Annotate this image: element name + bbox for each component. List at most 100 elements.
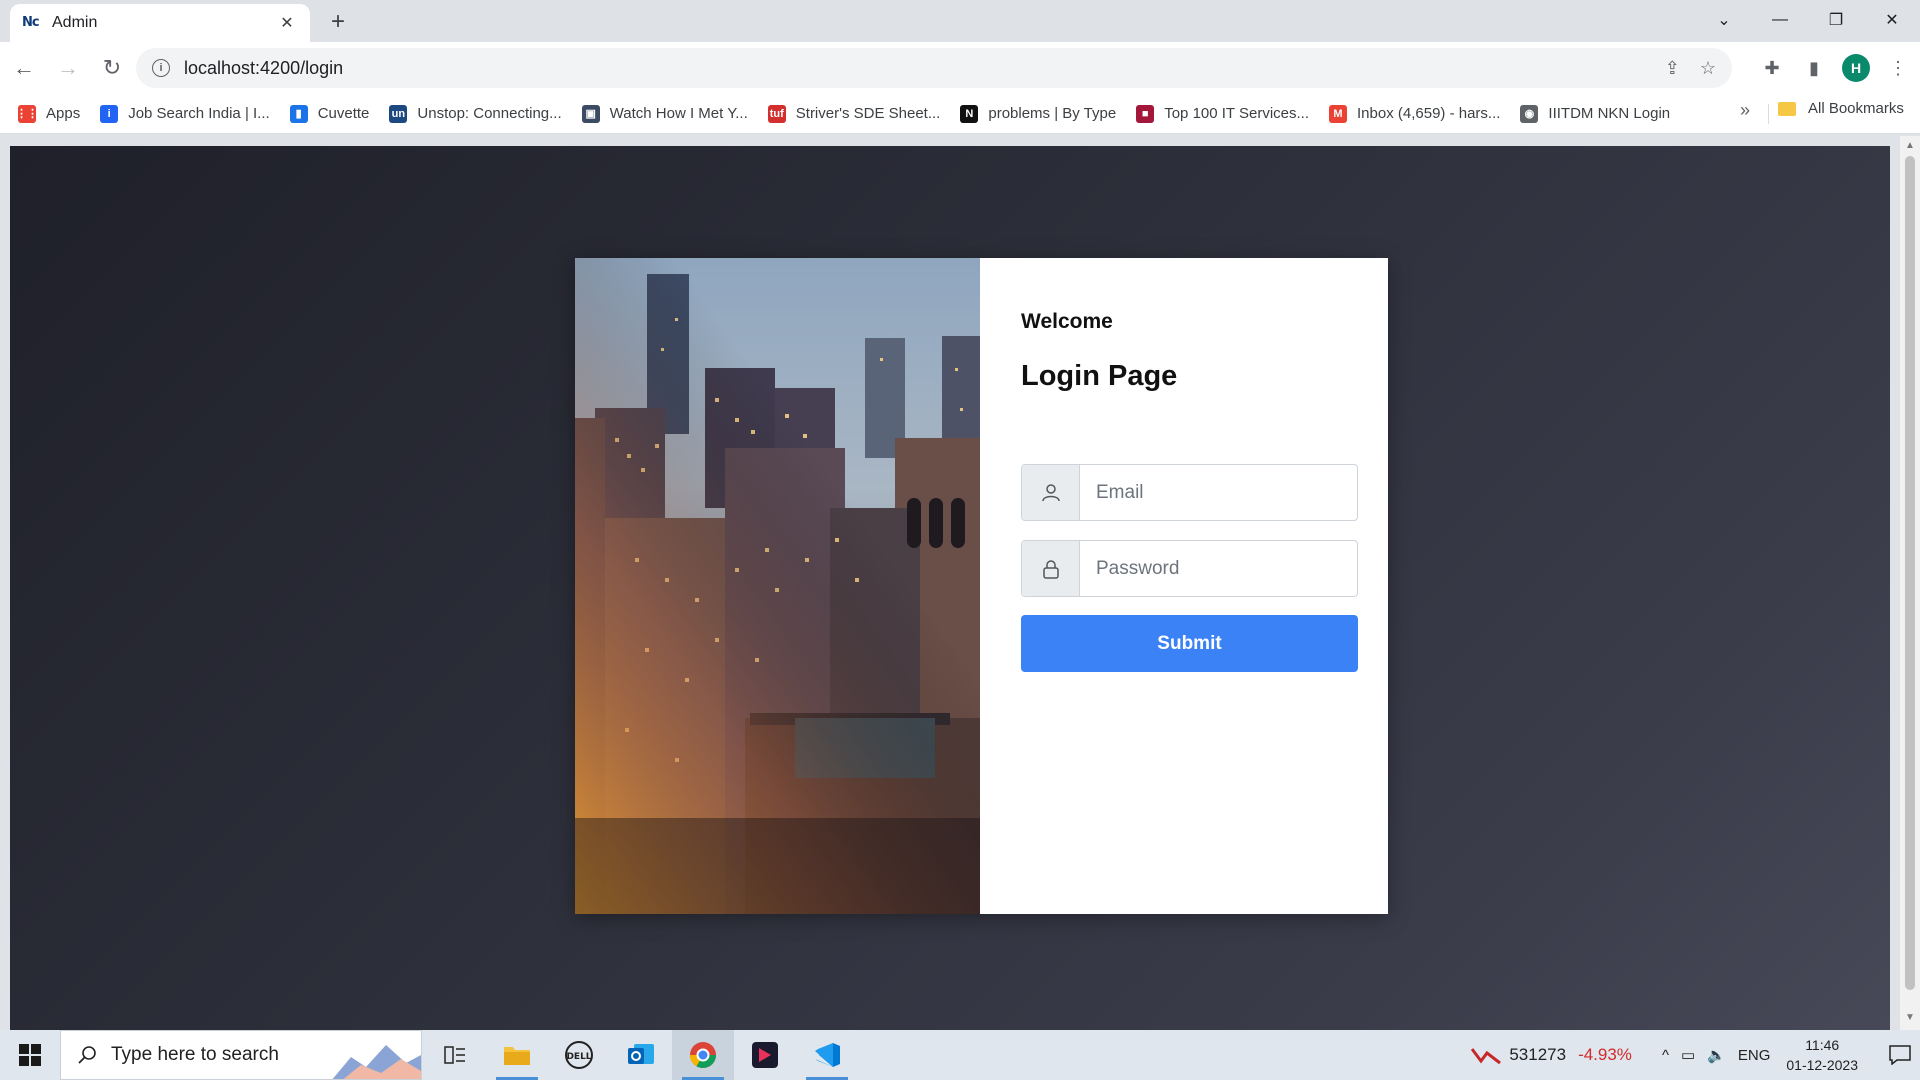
lock-icon: [1022, 541, 1080, 596]
page-title: Login Page: [1021, 360, 1178, 392]
share-icon[interactable]: ⇪: [1665, 58, 1680, 79]
search-placeholder: Type here to search: [111, 1044, 279, 1065]
dell-icon[interactable]: DELL: [548, 1030, 610, 1080]
bookmark-label: IIITDM NKN Login: [1548, 105, 1671, 122]
tab-strip: Nc Admin ✕ + ⌄ — ❐ ✕: [0, 0, 1920, 42]
forward-button[interactable]: →: [48, 48, 88, 88]
outlook-icon[interactable]: [610, 1030, 672, 1080]
minimize-button[interactable]: —: [1752, 0, 1808, 40]
page-viewport: Welcome Login Page Email Submit: [10, 146, 1890, 1030]
bookmark-label: Unstop: Connecting...: [417, 105, 562, 122]
file-explorer-icon[interactable]: [486, 1030, 548, 1080]
menu-icon[interactable]: ⋮: [1884, 54, 1912, 82]
taskbar-search[interactable]: Type here to search: [60, 1030, 422, 1080]
search-highlight-icon: [332, 1045, 421, 1079]
bookmark-item[interactable]: M Inbox (4,659) - hars...: [1329, 100, 1510, 128]
bookmark-label: Inbox (4,659) - hars...: [1357, 105, 1501, 122]
tab-favicon-icon: Nc: [22, 15, 40, 30]
stock-widget[interactable]: 531273 -4.93%: [1471, 1045, 1632, 1065]
scroll-up-arrow-icon[interactable]: ▲: [1900, 140, 1920, 154]
bookmark-item[interactable]: ⋮⋮ Apps: [16, 100, 90, 128]
new-tab-button[interactable]: +: [324, 8, 352, 36]
url-text[interactable]: localhost:4200/login: [184, 58, 1665, 79]
bookmark-item[interactable]: tuf Striver's SDE Sheet...: [767, 100, 951, 128]
email-input[interactable]: [1080, 465, 1357, 520]
side-panel-icon[interactable]: ▮: [1800, 54, 1828, 82]
search-icon: [78, 1046, 96, 1064]
login-card: Welcome Login Page Email Submit: [575, 258, 1388, 914]
restore-button[interactable]: ❐: [1808, 0, 1864, 40]
bookmark-item[interactable]: ▣ Watch How I Met Y...: [581, 100, 758, 128]
gmail-icon: M: [1329, 104, 1348, 123]
password-input[interactable]: [1080, 541, 1357, 596]
clock[interactable]: 11:46 01-12-2023: [1786, 1035, 1858, 1075]
bookmark-item[interactable]: i Job Search India | I...: [100, 100, 279, 128]
movie-icon: ▣: [581, 104, 600, 123]
notion-icon: N: [960, 104, 979, 123]
all-bookmarks-label: All Bookmarks: [1808, 100, 1904, 117]
profile-avatar[interactable]: H: [1842, 54, 1870, 82]
submit-button[interactable]: Submit: [1021, 615, 1358, 672]
stock-value: 531273: [1509, 1045, 1567, 1064]
chrome-icon[interactable]: [672, 1030, 734, 1080]
email-field: [1021, 464, 1358, 521]
cuvette-icon: ▮: [289, 104, 308, 123]
bookmark-item[interactable]: Nproblems | By Type: [960, 100, 1126, 128]
window-controls: ⌄ — ❐ ✕: [1696, 0, 1920, 40]
bookmark-star-icon[interactable]: ☆: [1700, 58, 1716, 79]
close-tab-icon[interactable]: ✕: [276, 12, 298, 34]
browser-toolbar: ← → ↻ i localhost:4200/login ⇪ ☆ ✚ ▮ H ⋮: [0, 42, 1920, 94]
address-bar[interactable]: i localhost:4200/login ⇪ ☆: [136, 48, 1732, 88]
system-tray: 531273 -4.93% ^ ▭ 🔈 ENG 11:46 01-12-2023: [1471, 1030, 1920, 1080]
bookmark-item[interactable]: ▮ Cuvette: [289, 100, 380, 128]
chevron-up-icon[interactable]: ^: [1662, 1047, 1669, 1064]
extensions-icon[interactable]: ✚: [1758, 54, 1786, 82]
vscode-icon[interactable]: [796, 1030, 858, 1080]
app-launcher-icon[interactable]: [734, 1030, 796, 1080]
bookmark-label: Cuvette: [317, 105, 370, 122]
globe-icon: ◉: [1520, 104, 1539, 123]
task-view-icon[interactable]: [424, 1030, 486, 1080]
battery-icon[interactable]: ▭: [1681, 1046, 1695, 1064]
unstop-icon: un: [389, 104, 408, 123]
indeed-icon: i: [100, 104, 119, 123]
windows-logo-icon: [19, 1044, 41, 1066]
password-field: [1021, 540, 1358, 597]
close-window-button[interactable]: ✕: [1864, 0, 1920, 40]
notification-icon[interactable]: [1880, 1030, 1920, 1080]
city-photo: [575, 258, 980, 914]
site-info-icon[interactable]: i: [152, 59, 170, 77]
more-bookmarks-icon[interactable]: »: [1740, 100, 1750, 121]
bookmark-label: Watch How I Met Y...: [609, 105, 748, 122]
tray-icons: ^ ▭ 🔈 ENG: [1662, 1046, 1771, 1065]
language-indicator[interactable]: ENG: [1738, 1047, 1771, 1064]
tab-title: Admin: [52, 14, 98, 31]
user-icon: [1022, 465, 1080, 520]
scroll-thumb[interactable]: [1905, 156, 1915, 990]
folder-icon: [1778, 101, 1796, 116]
omnibox-actions: ⇪ ☆: [1665, 58, 1716, 79]
browser-tab[interactable]: Nc Admin ✕: [10, 4, 310, 42]
stock-trend-icon: [1471, 1048, 1502, 1065]
windows-taskbar: Type here to search DELL 531273 -4.93% ^…: [0, 1030, 1920, 1080]
bookmarks-bar: ⋮⋮ Apps i Job Search India | I... ▮ Cuvette un…: [0, 94, 1920, 134]
stock-change: -4.93%: [1578, 1045, 1632, 1064]
volume-icon[interactable]: 🔈: [1707, 1046, 1726, 1064]
bookmark-item[interactable]: un Unstop: Connecting...: [389, 100, 571, 128]
start-button[interactable]: [0, 1030, 60, 1080]
scroll-down-arrow-icon[interactable]: ▼: [1900, 1012, 1920, 1026]
back-button[interactable]: ←: [4, 48, 44, 88]
bookmark-label: Job Search India | I...: [128, 105, 270, 122]
bookmark-label: Striver's SDE Sheet...: [795, 105, 941, 122]
page-scrollbar[interactable]: ▲ ▼: [1900, 136, 1920, 1030]
tuf-icon: tuf: [767, 104, 786, 123]
tab-search-icon[interactable]: ⌄: [1696, 0, 1752, 40]
bookmarks-divider: [1768, 104, 1769, 124]
svg-text:DELL: DELL: [566, 1052, 591, 1062]
bookmark-item[interactable]: ◉ IIITDM NKN Login: [1520, 100, 1680, 128]
bookmark-label: problems | By Type: [988, 105, 1117, 122]
bookmark-item[interactable]: ■ Top 100 IT Services...: [1136, 100, 1319, 128]
apps-grid-icon: ⋮⋮: [16, 104, 38, 123]
reload-button[interactable]: ↻: [92, 48, 132, 88]
all-bookmarks-folder[interactable]: All Bookmarks: [1778, 100, 1904, 117]
